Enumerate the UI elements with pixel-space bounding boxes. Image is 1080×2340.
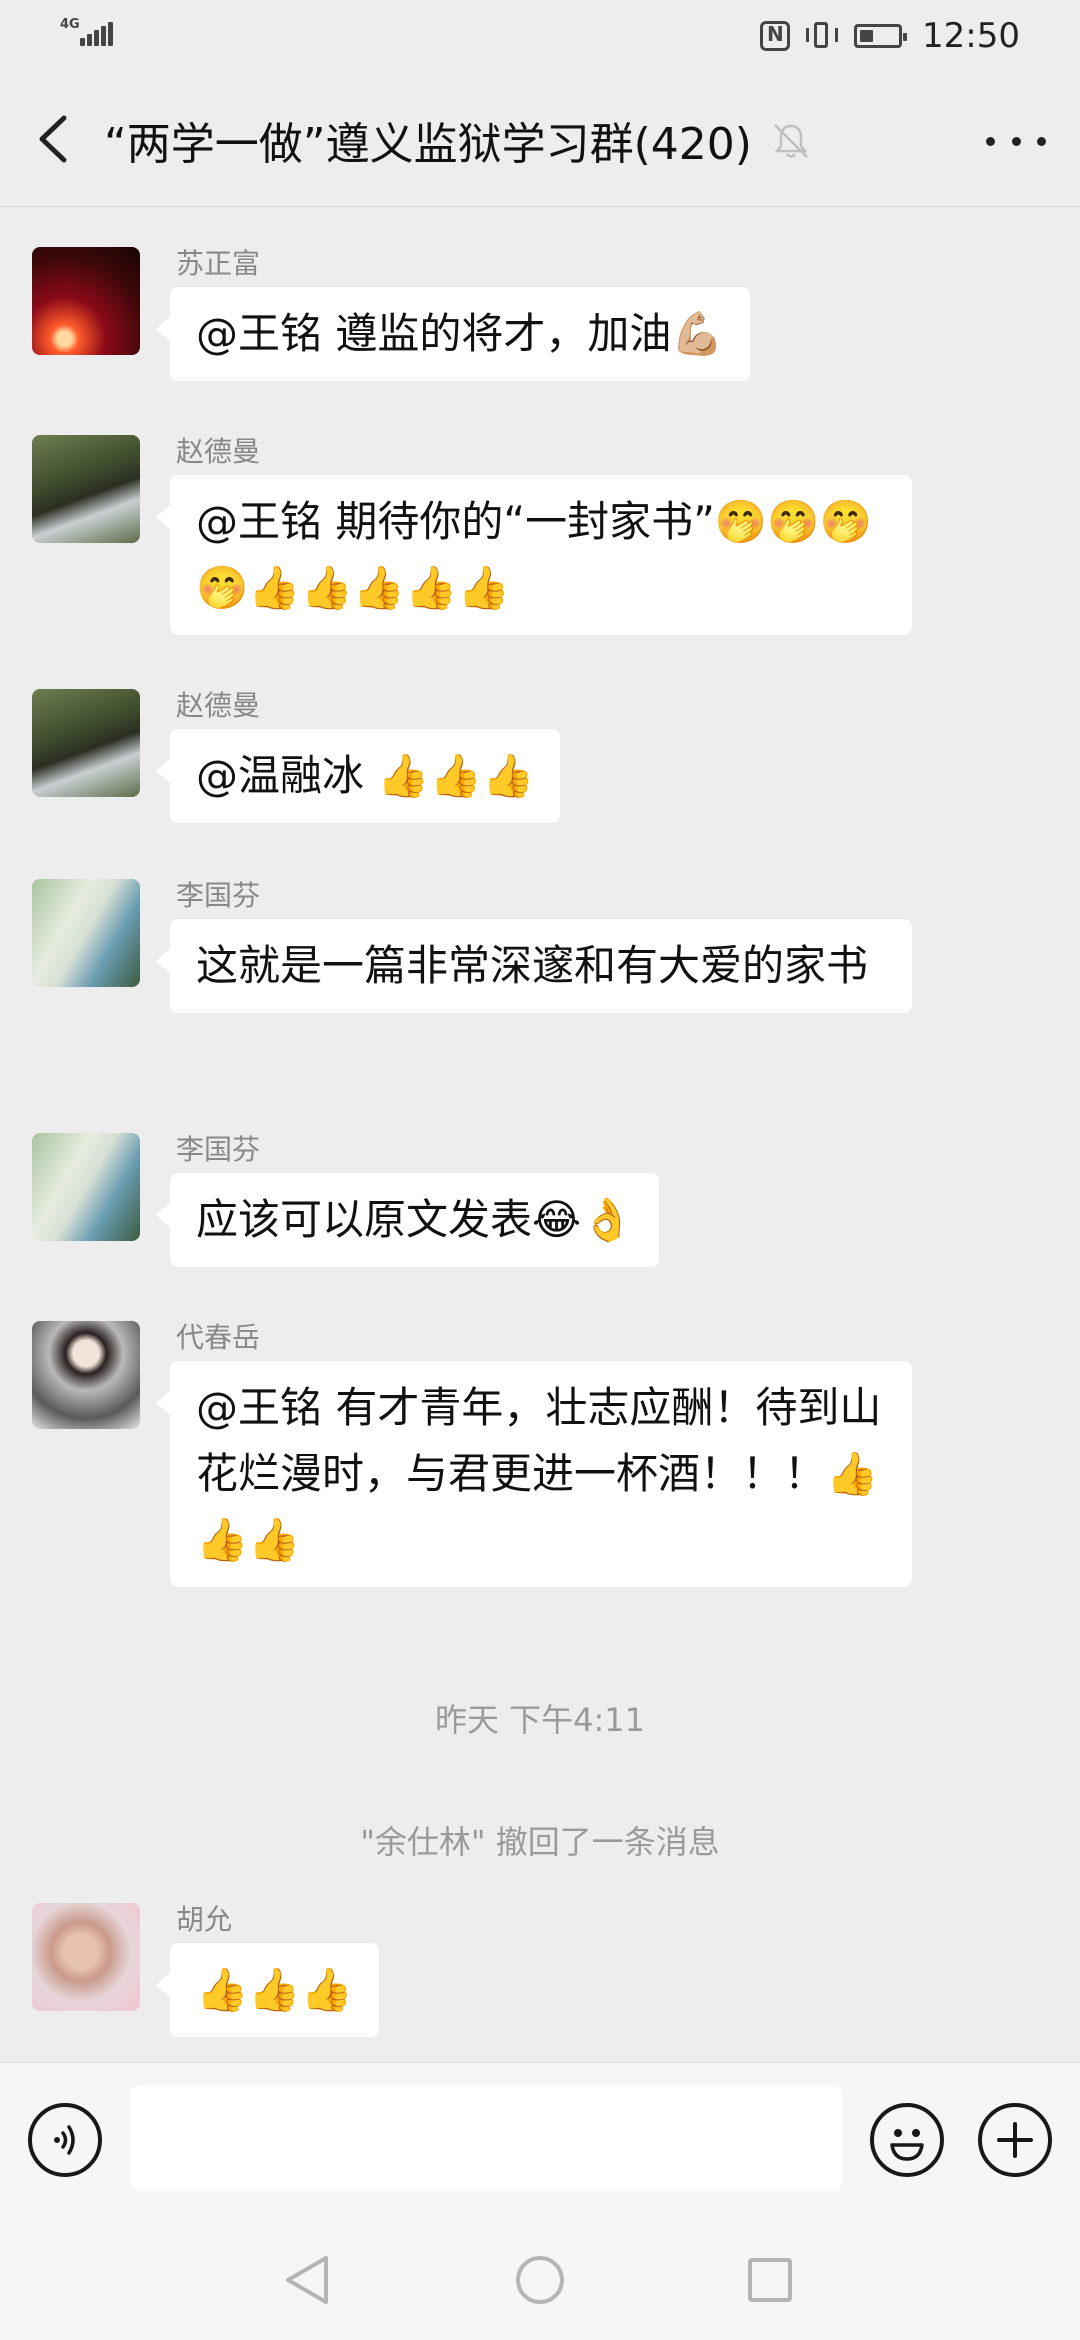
sender-name: 胡允 — [176, 1903, 233, 1936]
sender-name: 赵德曼 — [176, 689, 261, 722]
nav-recent-icon[interactable] — [740, 2250, 800, 2310]
message-bubble[interactable]: @王铭 期待你的“一封家书”🤭🤭🤭🤭👍👍👍👍👍 — [156, 475, 912, 635]
signal-icon: 4G — [60, 18, 116, 54]
avatar[interactable] — [32, 689, 140, 797]
sender-name: 赵德曼 — [176, 435, 261, 468]
message-list[interactable]: 苏正富 @王铭 遵监的将才，加油💪🏼 赵德曼 @王铭 期待你的“一封家书”🤭🤭🤭… — [0, 207, 1080, 2062]
status-bar: 4G 12:50 — [0, 0, 1080, 72]
avatar[interactable] — [32, 1321, 140, 1429]
sender-name: 苏正富 — [176, 247, 261, 280]
battery-icon — [854, 24, 908, 48]
system-nav-bar — [0, 2218, 1080, 2340]
message-bubble[interactable]: 应该可以原文发表😂👌 — [155, 1173, 660, 1267]
sender-name: 李国芬 — [176, 879, 261, 912]
network-type: 4G — [60, 17, 80, 32]
nav-home-icon[interactable] — [510, 2250, 570, 2310]
avatar[interactable] — [32, 1133, 140, 1241]
nfc-icon — [760, 21, 791, 51]
back-arrow-icon[interactable] — [30, 112, 80, 166]
avatar[interactable] — [32, 1903, 140, 2011]
avatar[interactable] — [32, 879, 140, 987]
nav-back-icon[interactable] — [278, 2250, 338, 2310]
sender-name: 李国芬 — [176, 1133, 261, 1166]
bell-muted-icon — [774, 124, 808, 158]
message-input[interactable] — [130, 2085, 842, 2191]
message-bubble[interactable]: @王铭 有才青年，壮志应酬！待到山花烂漫时，与君更进一杯酒！！！👍👍👍 — [156, 1361, 912, 1587]
message-bubble[interactable]: 👍👍👍 — [156, 1943, 379, 2037]
emoji-icon[interactable] — [870, 2103, 944, 2177]
timestamp: 昨天 下午4:11 — [434, 1701, 646, 1739]
avatar[interactable] — [32, 247, 140, 355]
chat-header: “两学一做”遵义监狱学习群(420) — [0, 72, 1080, 207]
vibrate-icon — [804, 20, 840, 52]
more-dots-icon[interactable] — [986, 116, 1046, 166]
input-bar — [0, 2062, 1080, 2219]
message-bubble[interactable]: @王铭 遵监的将才，加油💪🏼 — [156, 287, 750, 381]
voice-icon[interactable] — [28, 2103, 102, 2177]
sender-name: 代春岳 — [176, 1321, 261, 1354]
message-bubble[interactable]: 这就是一篇非常深邃和有大爱的家书 — [156, 919, 912, 1013]
chat-title[interactable]: “两学一做”遵义监狱学习群(420) — [104, 108, 752, 172]
status-time: 12:50 — [922, 16, 1020, 56]
recall-notice: "余仕林" 撤回了一条消息 — [360, 1823, 720, 1861]
plus-icon[interactable] — [978, 2103, 1052, 2177]
message-bubble[interactable]: @温融冰 👍👍👍 — [155, 729, 561, 823]
avatar[interactable] — [32, 435, 140, 543]
